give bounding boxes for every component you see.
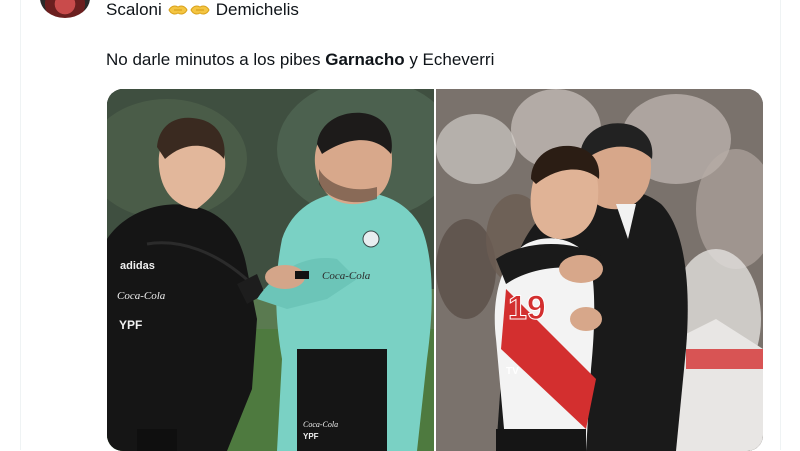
shirt-sponsor-text: TV xyxy=(506,366,519,377)
handshake-emoji-group xyxy=(168,2,210,18)
photo-right[interactable]: 19 TV xyxy=(436,89,763,451)
handshake-icon xyxy=(190,2,210,18)
avatar[interactable] xyxy=(40,0,90,18)
card-border-left xyxy=(20,0,21,450)
shorts-sponsor-text-2: YPF xyxy=(303,432,319,441)
shorts-sponsor-text: Coca-Cola xyxy=(303,420,338,429)
shirt-sponsor-text-2: YPF xyxy=(119,318,142,332)
card-border-right xyxy=(780,0,781,450)
tweet-text-prefix: No darle minutos a los pibes xyxy=(106,50,326,69)
tweet-text: No darle minutos a los pibes Garnacho y … xyxy=(106,49,494,71)
tweet-header: Scaloni Demichelis xyxy=(106,0,299,23)
tweet-media[interactable]: adidas Coca-Cola YPF Coca-Cola Coca-Cola… xyxy=(107,89,763,451)
tweet-text-bold: Garnacho xyxy=(325,50,405,69)
shirt-sponsor-text: Coca-Cola xyxy=(117,290,166,302)
tweet-text-suffix: y Echeverri xyxy=(404,50,495,69)
handshake-icon xyxy=(168,2,188,18)
shirt-number-text: 19 xyxy=(508,289,546,327)
photo-left[interactable]: adidas Coca-Cola YPF Coca-Cola Coca-Cola… xyxy=(107,89,434,451)
shirt-brand-text: adidas xyxy=(120,260,155,272)
author-name: Scaloni xyxy=(106,0,162,19)
coach-shirt-sponsor-text: Coca-Cola xyxy=(322,270,371,282)
mentioned-name: Demichelis xyxy=(215,0,299,19)
